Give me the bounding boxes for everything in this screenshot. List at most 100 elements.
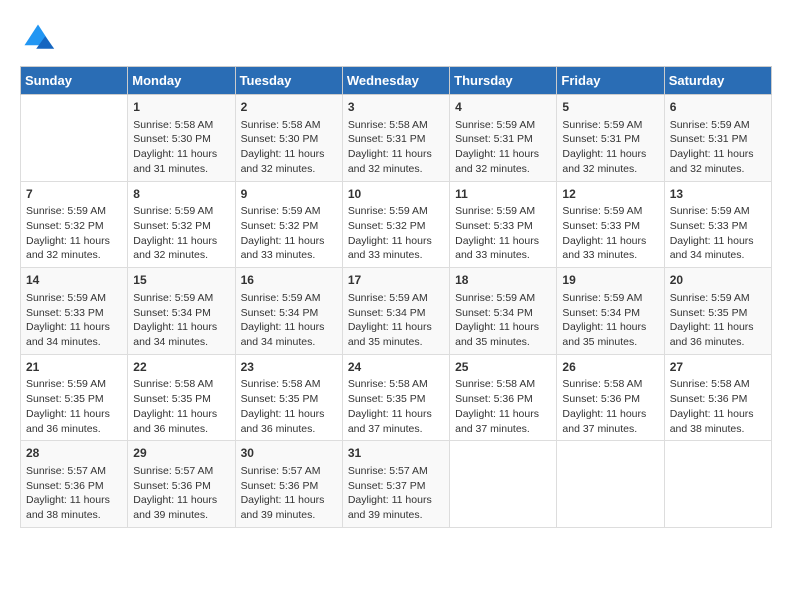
sunset-text: Sunset: 5:31 PM [562,133,640,145]
sunrise-text: Sunrise: 5:59 AM [562,119,642,131]
sunset-text: Sunset: 5:30 PM [241,133,319,145]
week-row-1: 7Sunrise: 5:59 AMSunset: 5:32 PMDaylight… [21,181,772,268]
sunrise-text: Sunrise: 5:58 AM [348,119,428,131]
sunset-text: Sunset: 5:34 PM [241,307,319,319]
calendar-cell: 6Sunrise: 5:59 AMSunset: 5:31 PMDaylight… [664,95,771,182]
day-number: 27 [670,359,766,376]
calendar-cell: 16Sunrise: 5:59 AMSunset: 5:34 PMDayligh… [235,268,342,355]
calendar-cell: 26Sunrise: 5:58 AMSunset: 5:36 PMDayligh… [557,354,664,441]
sunrise-text: Sunrise: 5:57 AM [241,465,321,477]
logo-icon [20,20,56,56]
calendar-cell: 14Sunrise: 5:59 AMSunset: 5:33 PMDayligh… [21,268,128,355]
day-number: 29 [133,445,229,462]
daylight-text: Daylight: 11 hours and 34 minutes. [26,321,110,348]
calendar-cell: 22Sunrise: 5:58 AMSunset: 5:35 PMDayligh… [128,354,235,441]
header-friday: Friday [557,67,664,95]
sunset-text: Sunset: 5:32 PM [26,220,104,232]
sunset-text: Sunset: 5:30 PM [133,133,211,145]
calendar-cell: 17 Sunrise: 5:59 AM Sunset: 5:34 PM Dayligh… [342,268,449,355]
calendar-cell: 7Sunrise: 5:59 AMSunset: 5:32 PMDaylight… [21,181,128,268]
calendar-cell: 12Sunrise: 5:59 AMSunset: 5:33 PMDayligh… [557,181,664,268]
calendar-cell: 23Sunrise: 5:58 AMSunset: 5:35 PMDayligh… [235,354,342,441]
calendar-cell: 29 Sunrise: 5:57 AM Sunset: 5:36 PM Dayligh… [128,441,235,528]
daylight-text: Daylight: 11 hours and 39 minutes. [241,494,325,521]
calendar-table: SundayMondayTuesdayWednesdayThursdayFrid… [20,66,772,528]
sunset-text: Sunset: 5:35 PM [133,393,211,405]
sunset-text: Sunset: 5:34 PM [562,307,640,319]
day-number: 2 [241,99,337,116]
sunset-text: Sunset: 5:31 PM [348,133,426,145]
sunrise-text: Sunrise: 5:58 AM [133,119,213,131]
sunset-text: Sunset: 5:36 PM [133,480,211,492]
calendar-cell [557,441,664,528]
calendar-cell: 19Sunrise: 5:59 AMSunset: 5:34 PMDayligh… [557,268,664,355]
day-number: 3 [348,99,444,116]
calendar-cell: 31Sunrise: 5:57 AMSunset: 5:37 PMDayligh… [342,441,449,528]
sunset-text: Sunset: 5:33 PM [562,220,640,232]
header-saturday: Saturday [664,67,771,95]
daylight-text: Daylight: 11 hours and 36 minutes. [26,408,110,435]
sunset-text: Sunset: 5:35 PM [241,393,319,405]
daylight-text: Daylight: 11 hours and 37 minutes. [455,408,539,435]
header-tuesday: Tuesday [235,67,342,95]
daylight-text: Daylight: 11 hours and 35 minutes. [455,321,539,348]
daylight-text: Daylight: 11 hours and 39 minutes. [348,494,432,521]
calendar-cell: 28Sunrise: 5:57 AMSunset: 5:36 PMDayligh… [21,441,128,528]
sunrise-text: Sunrise: 5:59 AM [26,378,106,390]
logo [20,20,60,56]
day-number: 6 [670,99,766,116]
sunrise-text: Sunrise: 5:58 AM [348,378,428,390]
calendar-cell: 2 Sunrise: 5:58 AM Sunset: 5:30 PM Daylight… [235,95,342,182]
daylight-text: Daylight: 11 hours and 33 minutes. [455,235,539,262]
sunrise-text: Sunrise: 5:58 AM [562,378,642,390]
calendar-cell: 30Sunrise: 5:57 AMSunset: 5:36 PMDayligh… [235,441,342,528]
daylight-text: Daylight: 11 hours and 37 minutes. [348,408,432,435]
sunrise-text: Sunrise: 5:57 AM [26,465,106,477]
daylight-text: Daylight: 11 hours and 31 minutes. [133,148,217,175]
sunrise-text: Sunrise: 5:59 AM [455,292,535,304]
sunrise-text: Sunrise: 5:59 AM [670,119,750,131]
daylight-text: Daylight: 11 hours and 32 minutes. [241,148,325,175]
sunrise-text: Sunrise: 5:59 AM [670,292,750,304]
sunset-text: Sunset: 5:36 PM [26,480,104,492]
calendar-cell: 8Sunrise: 5:59 AMSunset: 5:32 PMDaylight… [128,181,235,268]
calendar-cell: 13Sunrise: 5:59 AMSunset: 5:33 PMDayligh… [664,181,771,268]
calendar-cell: 21Sunrise: 5:59 AMSunset: 5:35 PMDayligh… [21,354,128,441]
day-number: 8 [133,186,229,203]
week-row-3: 21Sunrise: 5:59 AMSunset: 5:35 PMDayligh… [21,354,772,441]
header-monday: Monday [128,67,235,95]
sunset-text: Sunset: 5:35 PM [348,393,426,405]
header-sunday: Sunday [21,67,128,95]
daylight-text: Daylight: 11 hours and 33 minutes. [348,235,432,262]
sunrise-text: Sunrise: 5:59 AM [26,292,106,304]
sunrise-text: Sunrise: 5:57 AM [348,465,428,477]
calendar-cell: 10Sunrise: 5:59 AMSunset: 5:32 PMDayligh… [342,181,449,268]
daylight-text: Daylight: 11 hours and 32 minutes. [26,235,110,262]
daylight-text: Daylight: 11 hours and 32 minutes. [455,148,539,175]
daylight-text: Daylight: 11 hours and 39 minutes. [133,494,217,521]
sunrise-text: Sunrise: 5:59 AM [241,292,321,304]
calendar-body: 1 Sunrise: 5:58 AM Sunset: 5:30 PM Daylight… [21,95,772,528]
day-number: 20 [670,272,766,289]
daylight-text: Daylight: 11 hours and 35 minutes. [348,321,432,348]
calendar-cell: 11Sunrise: 5:59 AMSunset: 5:33 PMDayligh… [450,181,557,268]
header-thursday: Thursday [450,67,557,95]
day-number: 15 [133,272,229,289]
daylight-text: Daylight: 11 hours and 32 minutes. [670,148,754,175]
sunset-text: Sunset: 5:35 PM [26,393,104,405]
sunrise-text: Sunrise: 5:59 AM [348,292,428,304]
sunset-text: Sunset: 5:33 PM [670,220,748,232]
sunset-text: Sunset: 5:34 PM [348,307,426,319]
daylight-text: Daylight: 11 hours and 34 minutes. [670,235,754,262]
calendar-cell: 1 Sunrise: 5:58 AM Sunset: 5:30 PM Daylight… [128,95,235,182]
calendar-cell: 20Sunrise: 5:59 AMSunset: 5:35 PMDayligh… [664,268,771,355]
sunrise-text: Sunrise: 5:57 AM [133,465,213,477]
calendar-cell: 4Sunrise: 5:59 AMSunset: 5:31 PMDaylight… [450,95,557,182]
day-number: 1 [133,99,229,116]
sunrise-text: Sunrise: 5:58 AM [241,119,321,131]
calendar-cell: 15Sunrise: 5:59 AMSunset: 5:34 PMDayligh… [128,268,235,355]
day-number: 13 [670,186,766,203]
day-number: 17 [348,272,444,289]
week-row-4: 28Sunrise: 5:57 AMSunset: 5:36 PMDayligh… [21,441,772,528]
sunrise-text: Sunrise: 5:59 AM [241,205,321,217]
